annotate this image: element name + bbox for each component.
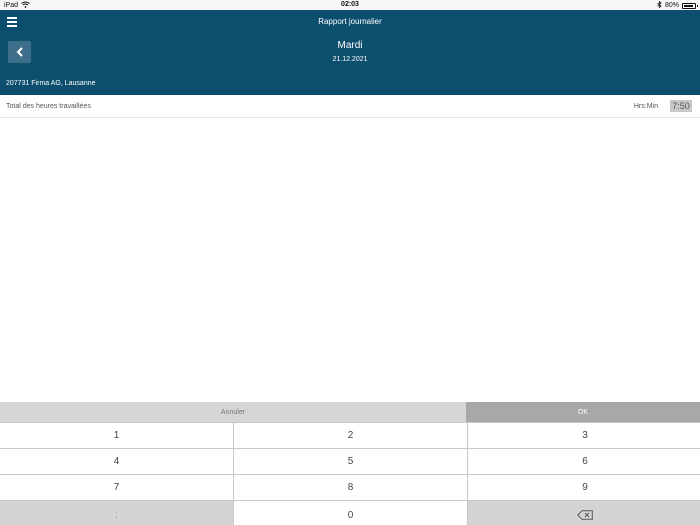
status-time: 02:03 [341,1,359,8]
status-right: 80% [657,0,698,10]
total-hours-label: Total des heures travaillées [6,103,91,110]
status-bar: iPad 02:03 80% [0,0,700,10]
ok-button[interactable]: OK [466,402,700,422]
key-6[interactable]: 6 [468,449,700,474]
key-2[interactable]: 2 [234,423,467,448]
numeric-keypad: Annuler OK 1 2 3 4 5 6 7 8 9 : 0 [0,402,700,525]
header: Rapport journalier Mardi 21.12.2021 2077… [0,10,700,95]
key-3[interactable]: 3 [468,423,700,448]
key-5[interactable]: 5 [234,449,467,474]
bluetooth-icon [657,0,662,10]
key-1[interactable]: 1 [0,423,233,448]
key-0[interactable]: 0 [234,501,467,525]
battery-icon [682,2,698,9]
cancel-button[interactable]: Annuler [0,402,466,422]
backspace-key[interactable] [468,501,700,525]
keypad-keys: 1 2 3 4 5 6 7 8 9 : 0 [0,422,700,525]
battery-percent: 80% [664,2,679,9]
backspace-icon [577,510,593,520]
hours-unit-label: Hrs:Min [633,103,658,110]
total-hours-input[interactable]: 7:50 [670,100,692,112]
day-label: Mardi [337,40,363,51]
key-9[interactable]: 9 [468,475,700,500]
total-hours-row: Total des heures travaillées Hrs:Min 7:5… [0,95,700,118]
key-7[interactable]: 7 [0,475,233,500]
page-title: Rapport journalier [318,17,382,26]
keypad-actions: Annuler OK [0,402,700,422]
key-8[interactable]: 8 [234,475,467,500]
company-label: 207731 Firma AG, Lausanne [6,80,96,87]
key-colon[interactable]: : [0,501,233,525]
date-label: 21.12.2021 [332,56,368,63]
key-4[interactable]: 4 [0,449,233,474]
